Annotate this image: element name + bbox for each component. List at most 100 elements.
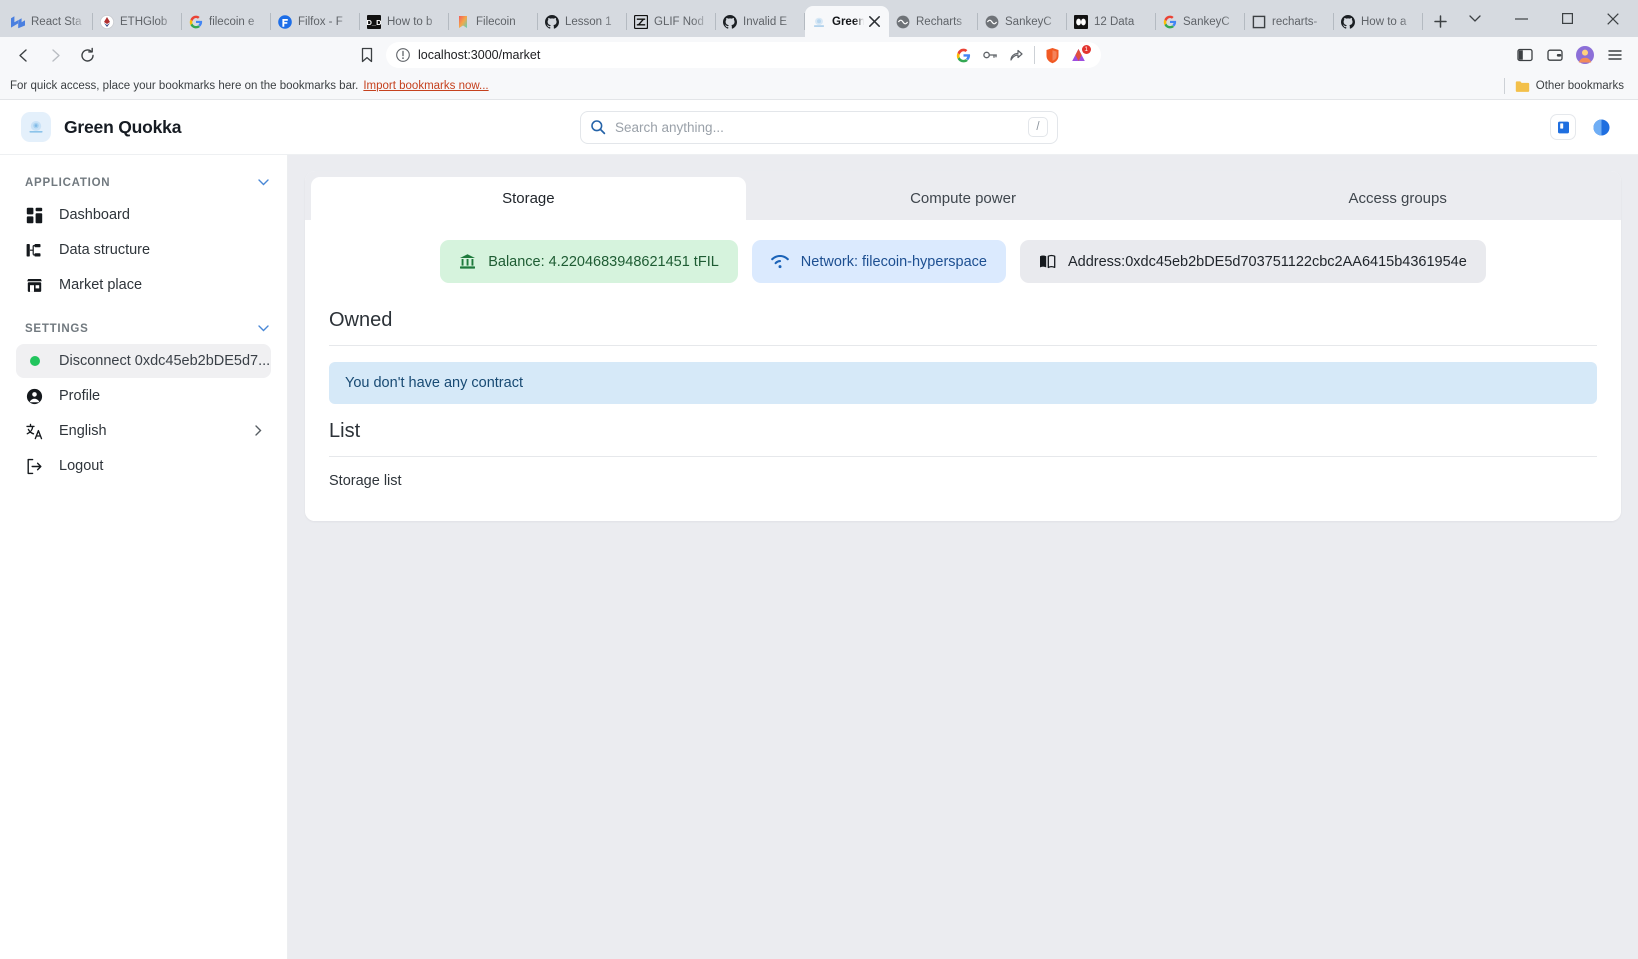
chevron-down-icon[interactable]	[258, 177, 269, 189]
browser-tab-label: Filecoin	[476, 15, 516, 28]
sidebar-item-data-structure[interactable]: Data structure	[16, 233, 271, 267]
sidebar-item-dashboard[interactable]: Dashboard	[16, 198, 271, 232]
logout-icon	[25, 458, 44, 475]
reload-button[interactable]	[72, 41, 102, 69]
browser-tab-label: Invalid E	[743, 15, 788, 28]
global-search: Search anything... /	[580, 110, 1058, 144]
minimize-button[interactable]	[1498, 0, 1544, 37]
glif-icon	[633, 14, 649, 30]
sidebar-item-disconnect[interactable]: Disconnect 0xdc45eb2bDE5d7...	[16, 344, 271, 378]
maximize-button[interactable]	[1544, 0, 1590, 37]
brave-profile-icon[interactable]	[1570, 41, 1600, 69]
other-bookmarks-button[interactable]: Other bookmarks	[1503, 78, 1628, 94]
chevron-down-icon[interactable]	[258, 323, 269, 335]
address-bar[interactable]: localhost:3000/market 1	[386, 42, 1101, 68]
browser-tab[interactable]: GLIF Nod	[627, 6, 716, 37]
github-icon	[544, 14, 560, 30]
browser-tab[interactable]: How to a	[1334, 6, 1423, 37]
close-tab-icon[interactable]	[869, 15, 883, 29]
tab-compute-power[interactable]: Compute power	[746, 177, 1181, 220]
moon-icon	[1592, 118, 1611, 137]
balance-chip-label: Balance: 4.2204683948621451 tFIL	[488, 253, 719, 270]
network-chip[interactable]: Network: filecoin-hyperspace	[751, 240, 1006, 283]
browser-tab[interactable]: Recharts	[889, 6, 978, 37]
user-icon	[25, 388, 44, 405]
bookmark-this-page-icon[interactable]	[352, 41, 382, 69]
sidebar-item-english[interactable]: English	[16, 414, 271, 448]
bank-icon	[459, 253, 476, 270]
browser-tab[interactable]: React Sta	[4, 6, 93, 37]
sidebar-item-disconnect-label: Disconnect 0xdc45eb2bDE5d7...	[59, 353, 271, 369]
sidebar-section-application[interactable]: APPLICATION	[0, 169, 287, 197]
brave-shields-icon[interactable]	[1041, 44, 1065, 66]
browser-tab-label: React Sta	[31, 15, 82, 28]
filfox-icon	[277, 14, 293, 30]
browser-tab[interactable]: ETHGlob	[93, 6, 182, 37]
browser-tab[interactable]: 12 Data	[1067, 6, 1156, 37]
browser-tab[interactable]: filecoin e	[182, 6, 271, 37]
market-panel: Storage Compute power Access groups Bala…	[305, 171, 1621, 521]
sidebar-section-application-label: APPLICATION	[25, 177, 111, 189]
password-key-icon[interactable]	[978, 44, 1002, 66]
browser-tab-label: Lesson 1	[565, 15, 612, 28]
brand[interactable]: Green Quokka	[16, 112, 286, 142]
sidebar-panel-icon[interactable]	[1510, 41, 1540, 69]
back-button[interactable]	[8, 41, 38, 69]
sidebar-item-data-structure-label: Data structure	[59, 242, 151, 258]
tab-search-button[interactable]	[1452, 0, 1498, 37]
browser-tab[interactable]: SankeyC	[1156, 6, 1245, 37]
sidebar-item-logout[interactable]: Logout	[16, 449, 271, 483]
docs-book-button[interactable]	[1550, 114, 1576, 140]
sidebar-item-english-label: English	[59, 423, 107, 439]
chevron-right-icon[interactable]	[255, 424, 262, 439]
search-input[interactable]: Search anything... /	[580, 110, 1058, 144]
rewards-badge: 1	[1081, 45, 1091, 54]
sidebar-item-profile[interactable]: Profile	[16, 379, 271, 413]
browser-tab-label: filecoin e	[209, 15, 255, 28]
browser-tab[interactable]: Filecoin	[449, 6, 538, 37]
not-secure-icon[interactable]	[396, 48, 410, 62]
browser-tab[interactable]: SankeyC	[978, 6, 1067, 37]
sidebar-section-settings[interactable]: SETTINGS	[0, 315, 287, 343]
market-tabs: Storage Compute power Access groups	[305, 171, 1621, 220]
browser-menu-icon[interactable]	[1600, 41, 1630, 69]
book-open-icon	[1039, 254, 1056, 269]
browser-tab-label: How to b	[387, 15, 433, 28]
browser-tab-active[interactable]: Green	[805, 6, 889, 37]
window-controls	[1452, 0, 1638, 37]
balance-chip[interactable]: Balance: 4.2204683948621451 tFIL	[440, 240, 738, 283]
svg-text:D_D: D_D	[367, 18, 381, 27]
square-icon	[1251, 14, 1267, 30]
browser-tab[interactable]: recharts-	[1245, 6, 1334, 37]
address-chip-label: Address:0xdc45eb2bDE5d703751122cbc2AA641…	[1067, 253, 1467, 270]
wallet-icon[interactable]	[1540, 41, 1570, 69]
close-window-button[interactable]	[1590, 0, 1636, 37]
book-icon	[1556, 120, 1571, 135]
address-chip[interactable]: Address:0xdc45eb2bDE5d703751122cbc2AA641…	[1019, 240, 1486, 283]
browser-tab-label: Recharts	[916, 15, 963, 28]
tab-access-groups[interactable]: Access groups	[1180, 177, 1615, 220]
share-icon[interactable]	[1004, 44, 1028, 66]
translate-icon	[25, 423, 44, 440]
import-bookmarks-link[interactable]: Import bookmarks now...	[363, 80, 488, 92]
browser-tab[interactable]: Filfox - F	[271, 6, 360, 37]
google-icon	[188, 14, 204, 30]
empty-contract-alert: You don't have any contract	[329, 362, 1597, 404]
network-chip-label: Network: filecoin-hyperspace	[800, 253, 987, 270]
browser-tab[interactable]: D_D How to b	[360, 6, 449, 37]
theme-toggle-button[interactable]	[1588, 114, 1614, 140]
browser-tab[interactable]: Invalid E	[716, 6, 805, 37]
brave-rewards-icon[interactable]: 1	[1067, 44, 1091, 66]
filecoin-icon	[455, 14, 471, 30]
sidebar-item-market-place[interactable]: Market place	[16, 268, 271, 302]
quokka-logo-icon	[21, 112, 51, 142]
data-structure-icon	[25, 242, 44, 259]
new-tab-button[interactable]	[1429, 6, 1452, 36]
browser-tab[interactable]: Lesson 1	[538, 6, 627, 37]
google-lens-icon[interactable]	[952, 44, 976, 66]
tab-storage[interactable]: Storage	[311, 177, 746, 220]
omnibox-actions: 1	[952, 44, 1091, 66]
ethglobal-icon	[99, 14, 115, 30]
browser-tab-label: GLIF Nod	[654, 15, 704, 28]
sidebar-item-dashboard-label: Dashboard	[59, 207, 130, 223]
